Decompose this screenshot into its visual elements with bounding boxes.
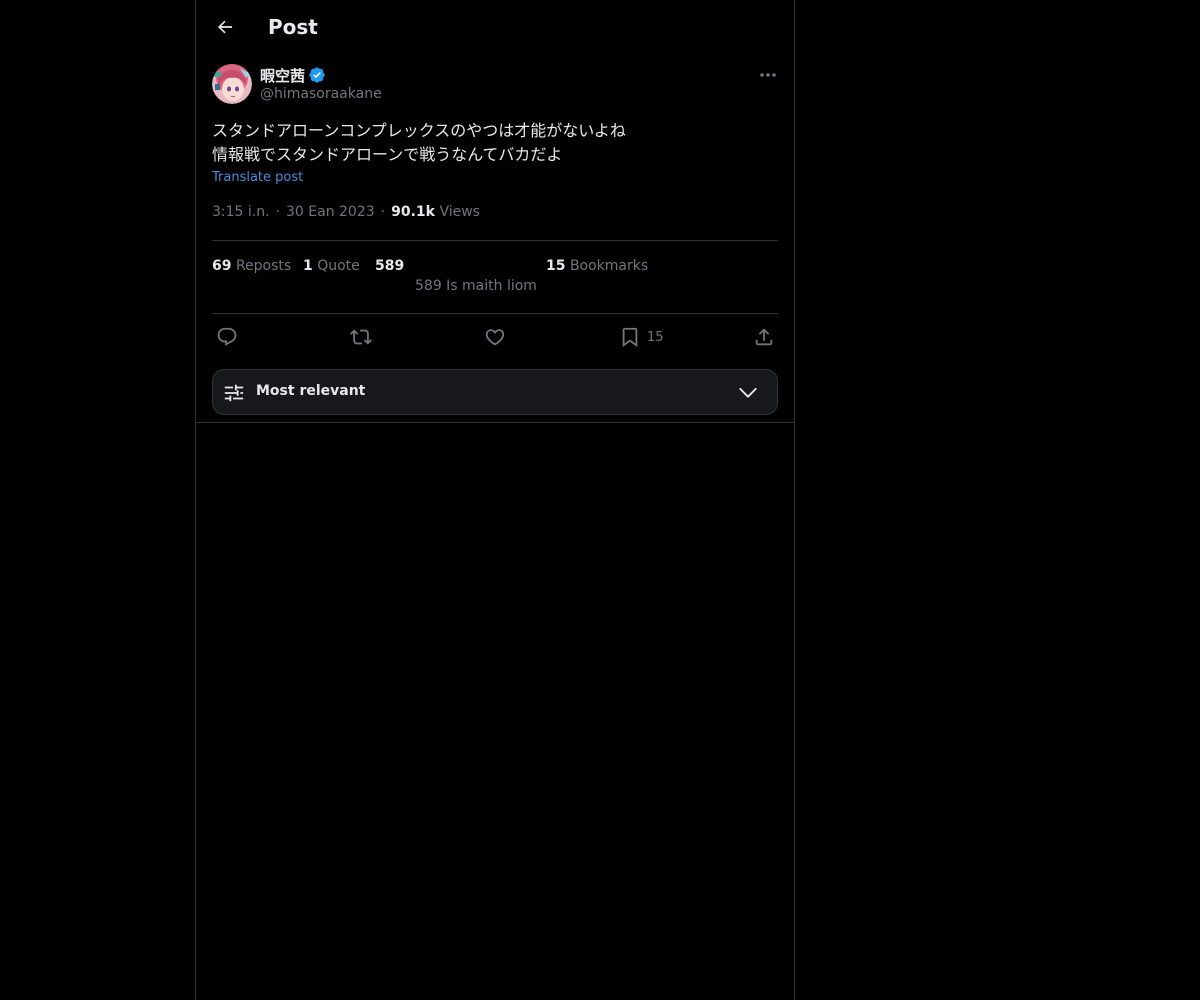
meta-separator: · [275,204,281,220]
likes-stat[interactable]: 589 [375,258,404,274]
reply-sort-dropdown[interactable]: Most relevant [212,369,778,415]
chevron-down-icon [737,382,759,404]
bookmark-count: 15 [647,329,664,345]
heart-icon [484,326,506,348]
reply-button[interactable] [216,325,238,349]
author-name-line: 暇空茜 [260,64,326,86]
reposts-label: Reposts [235,258,292,274]
meta-separator: · [380,204,386,220]
post-meta: 3:15 i.n. · 30 Ean 2023 · 90.1k Views [212,204,480,220]
more-dots-icon [759,72,777,78]
avatar[interactable] [212,64,252,104]
share-icon [753,326,775,348]
likes-count: 589 [375,258,405,274]
views-count: 90.1k [391,204,435,220]
primary-column: Post 暇空茜 @himasoraakane スタンドアローンコンプレックスの… [195,0,795,1000]
bookmark-button[interactable]: 15 [619,325,664,349]
translate-post-link[interactable]: Translate post [212,170,303,185]
bookmarks-count: 15 [546,258,566,274]
reposts-stat[interactable]: 69 Reposts [212,258,291,274]
post-date[interactable]: 30 Ean 2023 [286,204,375,220]
author-handle[interactable]: @himasoraakane [260,86,382,102]
post-text: スタンドアローンコンプレックスのやつは才能がないよね 情報戦でスタンドアローンで… [212,119,778,167]
author-display-name[interactable]: 暇空茜 [260,65,305,86]
views-label: Views [439,204,480,220]
reply-icon [216,326,238,348]
bookmarks-label: Bookmarks [569,258,649,274]
post-time[interactable]: 3:15 i.n. [212,204,270,220]
bookmark-icon [619,326,641,348]
repost-icon [350,326,372,348]
sliders-icon [223,382,245,404]
more-options-button[interactable] [755,64,781,86]
like-button[interactable] [484,325,506,349]
repost-button[interactable] [350,325,372,349]
page-title: Post [268,15,318,39]
quote-label: Quote [317,258,360,274]
verified-badge-icon [308,66,326,84]
back-button[interactable] [208,10,242,44]
divider [196,422,794,423]
divider [212,240,778,241]
share-button[interactable] [753,325,775,349]
quote-count: 1 [303,258,313,274]
post-text-line: 情報戦でスタンドアローンで戦うなんてバカだよ [212,145,563,164]
arrow-left-icon [215,17,235,37]
sort-label: Most relevant [256,383,366,399]
quote-stat[interactable]: 1 Quote [303,258,360,274]
bookmarks-stat[interactable]: 15 Bookmarks [546,258,648,274]
divider [212,313,778,314]
post-text-line: スタンドアローンコンプレックスのやつは才能がないよね [212,121,626,140]
page-header: Post [196,0,794,53]
likes-label[interactable]: 589 Is maith liom [415,278,537,294]
reposts-count: 69 [212,258,232,274]
